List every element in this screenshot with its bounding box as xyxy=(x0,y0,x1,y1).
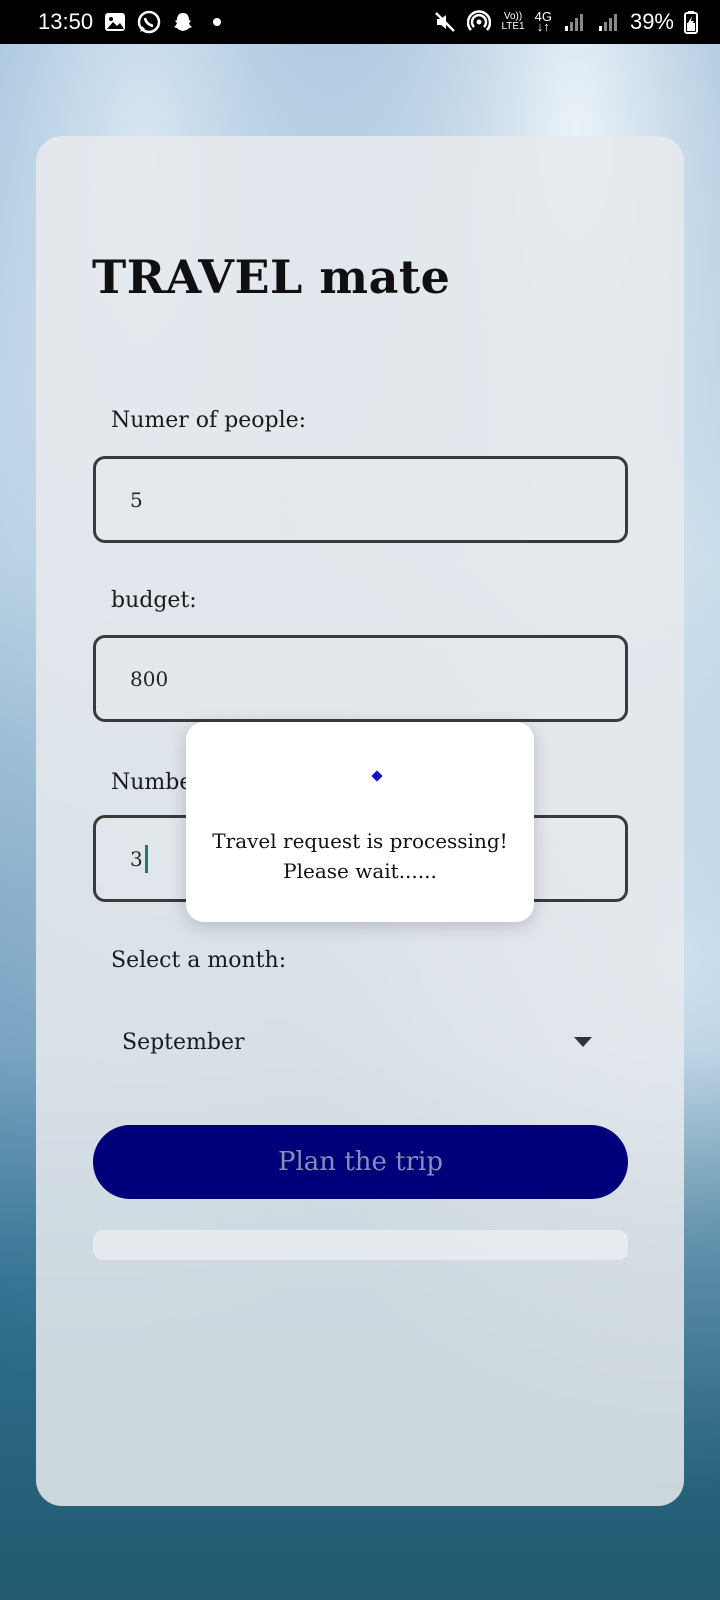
dropdown-arrow-icon xyxy=(574,1037,592,1047)
month-label: Select a month: xyxy=(111,948,287,973)
plan-trip-label: Plan the trip xyxy=(277,1147,443,1177)
processing-dialog xyxy=(186,722,534,922)
network-type: 4G ↓↑ xyxy=(534,9,552,34)
gallery-icon xyxy=(103,10,127,34)
app-title: TRAVEL mate xyxy=(92,250,451,304)
signal-icon-2 xyxy=(596,10,620,34)
text-cursor xyxy=(144,844,148,873)
mute-icon xyxy=(433,10,457,34)
month-select[interactable]: September xyxy=(122,1022,592,1062)
processing-message-line2: Please wait...... xyxy=(283,859,437,883)
budget-input[interactable]: 800 xyxy=(93,635,628,722)
month-selected-value: September xyxy=(122,1029,245,1055)
plan-trip-button[interactable]: Plan the trip xyxy=(93,1125,628,1199)
budget-label: budget: xyxy=(111,588,197,613)
people-input[interactable]: 5 xyxy=(93,456,628,543)
status-right: Vo)) LTE1 4G ↓↑ 39% xyxy=(433,9,698,35)
status-left: 13:50 xyxy=(38,9,222,35)
processing-message: Travel request is processing! Please wai… xyxy=(186,826,534,886)
people-label: Numer of people: xyxy=(111,408,307,433)
hotspot-icon xyxy=(467,10,492,34)
notification-dot xyxy=(213,18,222,26)
signal-icon xyxy=(562,10,586,34)
snapchat-icon xyxy=(171,10,195,34)
days-value: 3 xyxy=(130,846,143,871)
whatsapp-icon xyxy=(137,10,161,34)
processing-message-line1: Travel request is processing! xyxy=(212,829,508,853)
volte-indicator: Vo)) LTE1 xyxy=(501,11,525,32)
people-value: 5 xyxy=(130,487,143,512)
battery-percent: 39% xyxy=(629,9,674,34)
result-area xyxy=(93,1230,628,1260)
budget-value: 800 xyxy=(130,666,169,691)
status-time: 13:50 xyxy=(38,9,94,34)
battery-icon xyxy=(684,10,698,34)
status-bar: 13:50 Vo)) LTE1 4G ↓↑ 39% xyxy=(0,0,720,44)
